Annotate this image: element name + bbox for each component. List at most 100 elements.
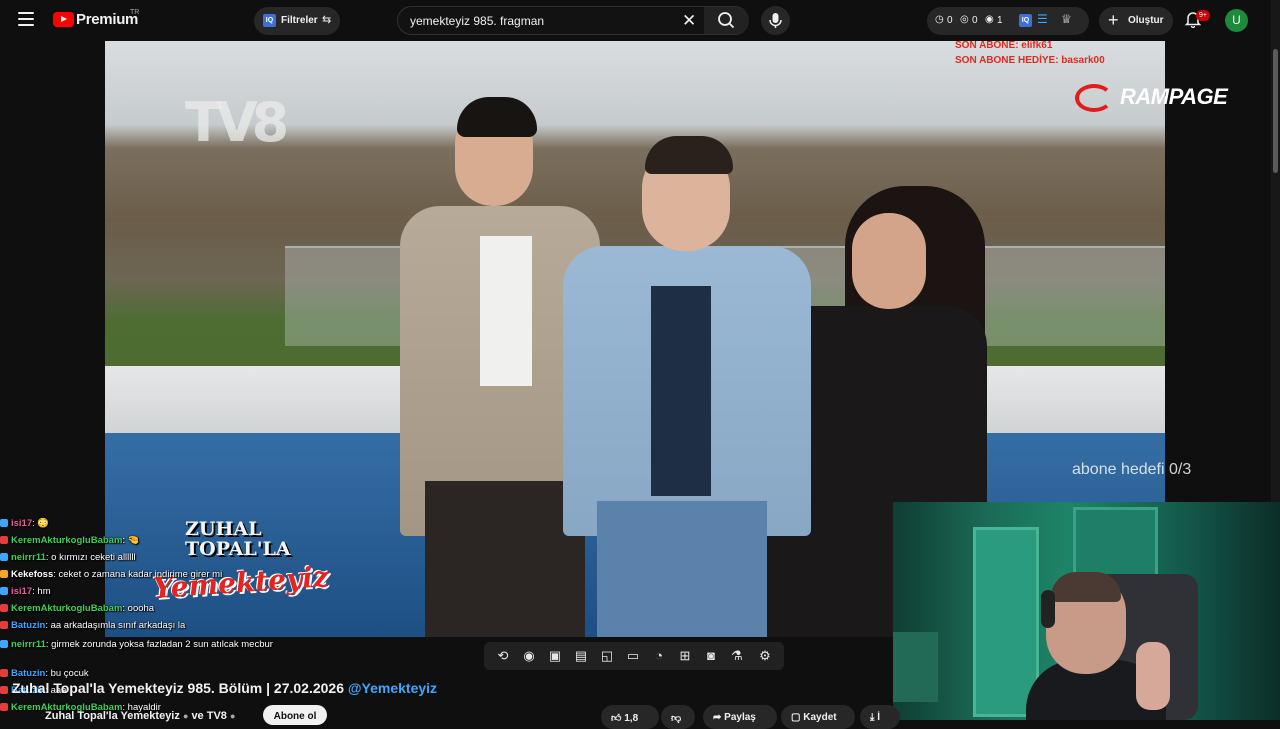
create-button[interactable]: + Oluştur: [1099, 7, 1173, 35]
plus-icon: +: [1108, 10, 1119, 30]
iq-icon[interactable]: IQ: [1019, 14, 1032, 27]
video-title-text: Zuhal Topal'la Yemekteyiz 985. Bölüm | 2…: [12, 680, 344, 696]
bookmark-icon: ▢: [791, 712, 801, 723]
share-button[interactable]: ➦ Paylaş: [703, 705, 777, 729]
menu-icon[interactable]: [18, 12, 34, 26]
notification-badge: 9+: [1196, 10, 1210, 21]
download-button[interactable]: ⤓ İ: [860, 705, 900, 729]
chat-message: neirrr11: girmek zorunda yoksa fazladan …: [0, 637, 320, 668]
chat-badge-icon: [0, 553, 8, 561]
save-label: Kaydet: [803, 712, 837, 723]
region-label: TR: [130, 9, 140, 16]
account-avatar[interactable]: U: [1225, 9, 1248, 32]
playlist-icon[interactable]: ☰: [1037, 12, 1048, 26]
streamer-hand: [1136, 642, 1170, 710]
search-icon: [718, 12, 735, 29]
pip-icon[interactable]: ◱: [598, 647, 616, 665]
chat-text: : bu çocuk: [45, 668, 89, 679]
person-left-shirt: [480, 236, 532, 386]
microphone-icon: [769, 13, 782, 28]
search-input[interactable]: yemekteyiz 985. fragman: [410, 14, 544, 28]
radiator: [893, 632, 938, 702]
download-icon: ⤓: [870, 712, 875, 723]
repeat-icon[interactable]: ⟲: [494, 647, 512, 665]
chat-badge-icon: [0, 604, 8, 612]
chat-text: : aa arkadaşımla sınıf arkadaşı la: [45, 620, 186, 631]
chat-username: isi17: [11, 518, 33, 529]
speed-icon[interactable]: ◔: [650, 647, 668, 665]
rampage-logo-icon: [1075, 84, 1113, 112]
channel-name[interactable]: Zuhal Topal'la Yemekteyiz: [45, 710, 180, 722]
like-button[interactable]: 👍︎ 1,8: [601, 705, 659, 729]
webcam-overlay: [893, 502, 1280, 720]
create-label: Oluştur: [1128, 15, 1164, 26]
rampage-text: RAMPAGE: [1120, 84, 1228, 109]
subscriber-overlay: SON ABONE: elifk61 SON ABONE HEDİYE: bas…: [955, 38, 1105, 68]
chat-message: KeremAkturkogluBabam: oooha: [0, 603, 320, 620]
chat-badge-icon: [0, 703, 8, 711]
lab-icon[interactable]: ⚗: [728, 647, 746, 665]
person-center-jeans: [597, 501, 767, 637]
iq-extension-icon: IQ: [263, 14, 276, 27]
youtube-logo-icon[interactable]: [53, 12, 74, 27]
person-center-hair: [645, 136, 733, 174]
download-label: İ: [877, 712, 880, 723]
channel-tag-link[interactable]: @Yemekteyiz: [348, 680, 437, 696]
clear-search-icon[interactable]: ✕: [682, 11, 696, 31]
filters-button[interactable]: IQ Filtreler ⇆: [254, 7, 340, 35]
chat-message: Batuzin: aa arkadaşımla sınıf arkadaşı l…: [0, 620, 320, 637]
scrollbar-thumb[interactable]: [1273, 49, 1278, 173]
chat-text: : ceket o zamana kadar indirime girer mi: [53, 569, 223, 580]
subscribe-button[interactable]: Abone ol: [263, 705, 327, 725]
eye-icon: ◉: [985, 14, 994, 25]
chat-badge-icon: [0, 640, 8, 648]
like-count: 1,8: [624, 713, 639, 724]
chat-badge-icon: [0, 536, 8, 544]
voice-search-button[interactable]: [761, 6, 790, 35]
last-gift-text: SON ABONE HEDİYE: basark00: [955, 55, 1105, 66]
settings-icon[interactable]: ⚙: [756, 647, 774, 665]
chat-text: : girmek zorunda yoksa fazladan 2 sun at…: [45, 639, 273, 650]
person-left-hair: [457, 97, 537, 137]
headset-icon: [1041, 590, 1055, 628]
thumbs-down-icon: 👎︎: [671, 713, 682, 724]
theater-icon[interactable]: ▭: [624, 647, 642, 665]
chat-username: neirrr11: [11, 639, 46, 650]
chat-text: : hm: [32, 586, 51, 597]
chat-username: KeremAkturkogluBabam: [11, 535, 123, 546]
dislike-button[interactable]: 👎︎: [661, 705, 695, 729]
logo-text[interactable]: Premium: [76, 11, 138, 28]
search-button[interactable]: [704, 7, 749, 34]
person-center-shirt: [651, 286, 711, 496]
stat-2: 0: [972, 15, 978, 26]
save-button[interactable]: ▢ Kaydet: [781, 705, 855, 729]
chat-message: isi17: 😳: [0, 518, 320, 535]
channel-info[interactable]: Zuhal Topal'la Yemekteyiz ● ve TV8 ●: [45, 710, 235, 722]
chat-text: : o kırmızı ceketi allllll: [45, 552, 136, 563]
clapper-icon[interactable]: ▤: [572, 647, 590, 665]
stat-3: 1: [997, 15, 1003, 26]
clock-icon: ◷: [935, 14, 944, 25]
thumbs-up-icon: 👍︎: [611, 713, 622, 724]
person-left-trousers: [425, 481, 585, 637]
trophy-icon[interactable]: ♕: [1061, 12, 1072, 26]
screenshot-icon[interactable]: ◙: [702, 647, 720, 665]
chat-text: : 😳: [32, 518, 50, 529]
video-title: Zuhal Topal'la Yemekteyiz 985. Bölüm | 2…: [12, 680, 437, 696]
filters-label: Filtreler: [281, 15, 318, 26]
search-box[interactable]: yemekteyiz 985. fragman ✕: [397, 6, 749, 35]
channel-and[interactable]: ve TV8: [191, 710, 226, 722]
add-icon[interactable]: ⊞: [676, 647, 694, 665]
chat-badge-icon: [0, 686, 8, 694]
chat-username: isi17: [11, 586, 33, 597]
chat-message: isi17: hm: [0, 586, 320, 603]
chat-badge-icon: [0, 669, 8, 677]
broadcast-icon[interactable]: ◉: [520, 647, 538, 665]
extension-stats[interactable]: ◷ 0 ◎ 0 ◉ 1 IQ ☰ ♕: [927, 7, 1089, 35]
eye-off-icon: ◎: [960, 14, 969, 25]
chat-badge-icon: [0, 587, 8, 595]
chat-username: KeremAkturkogluBabam: [11, 603, 123, 614]
chat-username: Batuzin: [11, 668, 46, 679]
chat-message: neirrr11: o kırmızı ceketi allllll: [0, 552, 320, 569]
video-settings-icon[interactable]: ▣: [546, 647, 564, 665]
